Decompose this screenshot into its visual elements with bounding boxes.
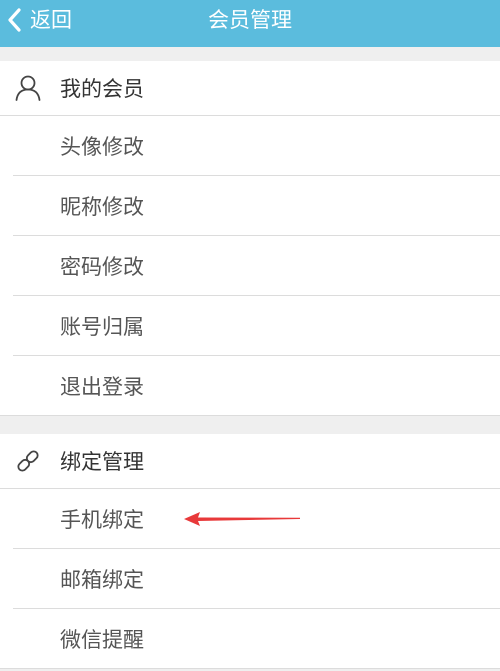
menu-item-label: 微信提醒 <box>60 628 144 652</box>
annotation-arrow-icon <box>184 512 300 526</box>
menu-item-label: 退出登录 <box>60 375 144 399</box>
menu-item-wechat-reminder[interactable]: 微信提醒 <box>0 609 500 669</box>
menu-item-password-edit[interactable]: 密码修改 <box>0 236 500 296</box>
user-icon <box>13 73 43 103</box>
menu-item-label: 头像修改 <box>60 135 144 159</box>
link-icon <box>13 446 43 476</box>
menu-item-label: 账号归属 <box>60 315 144 339</box>
menu-item-email-binding[interactable]: 邮箱绑定 <box>0 549 500 609</box>
menu-item-logout[interactable]: 退出登录 <box>0 356 500 416</box>
nav-bar: 返回 会员管理 <box>0 0 500 47</box>
section-binding-management: 绑定管理 手机绑定 邮箱绑定 微信提醒 <box>0 434 500 669</box>
section-label: 我的会员 <box>60 77 144 101</box>
menu-item-nickname-edit[interactable]: 昵称修改 <box>0 176 500 236</box>
section-header-my-membership: 我的会员 <box>0 61 500 116</box>
menu-item-label: 邮箱绑定 <box>60 568 144 592</box>
section-my-membership: 我的会员 头像修改 昵称修改 密码修改 账号归属 退出登录 <box>0 61 500 416</box>
menu-item-label: 密码修改 <box>60 255 144 279</box>
menu-item-label: 手机绑定 <box>60 508 144 532</box>
menu-item-avatar-edit[interactable]: 头像修改 <box>0 116 500 176</box>
page-title: 会员管理 <box>208 8 292 32</box>
section-header-binding: 绑定管理 <box>0 434 500 489</box>
menu-item-account-ownership[interactable]: 账号归属 <box>0 296 500 356</box>
section-label: 绑定管理 <box>60 450 144 474</box>
menu-item-label: 昵称修改 <box>60 195 144 219</box>
